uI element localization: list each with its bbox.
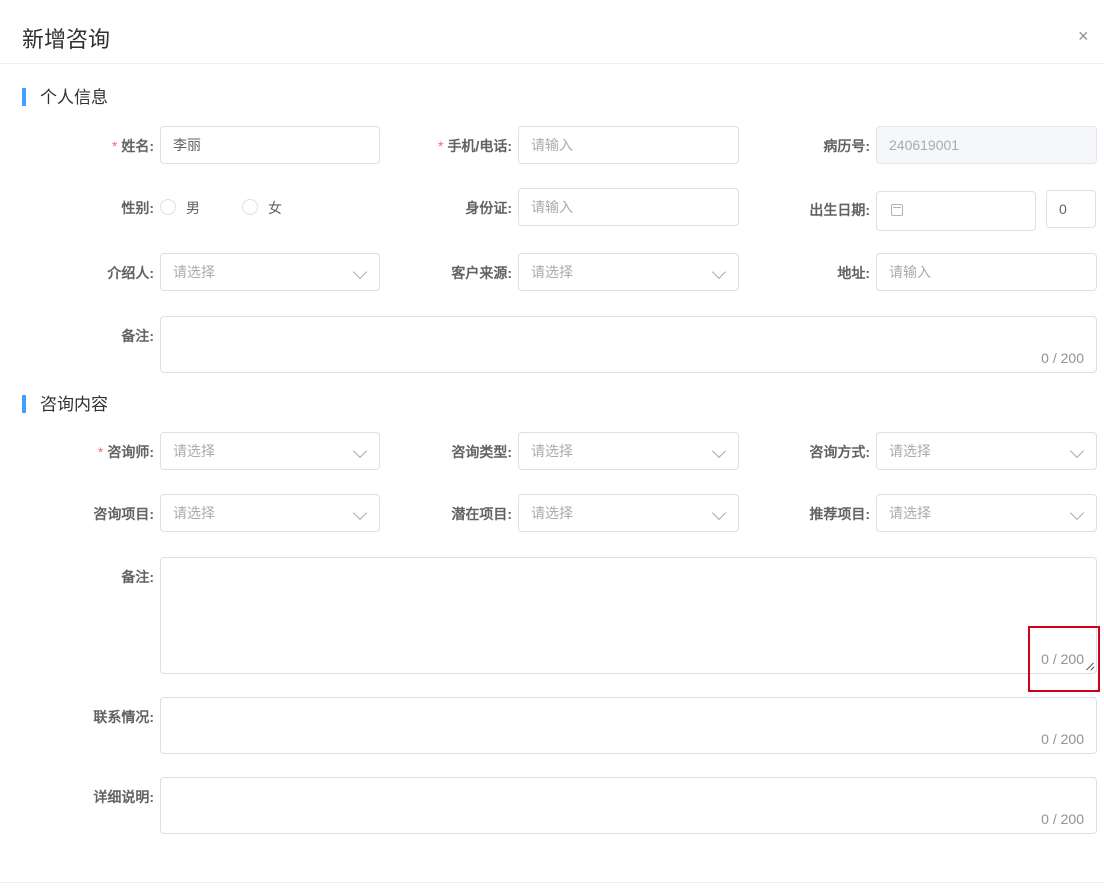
address-label: 地址: [837, 265, 870, 281]
detail-textarea[interactable]: 0 / 200 [160, 777, 1097, 834]
birth-date-picker[interactable] [876, 191, 1036, 231]
consult-type-select[interactable]: 请选择 [518, 432, 739, 470]
chevron-down-icon [1069, 505, 1085, 521]
consult-type-label: 咨询类型: [451, 444, 512, 460]
phone-input[interactable]: 请输入 [518, 126, 739, 164]
contact-textarea[interactable]: 0 / 200 [160, 697, 1097, 754]
radio-circle [160, 199, 176, 216]
footer-divider [0, 882, 1104, 883]
gender-label: 性别: [121, 200, 154, 216]
recommend-project-label: 推荐项目: [809, 506, 870, 522]
age-input[interactable]: 0 [1046, 190, 1096, 228]
consult-project-label: 咨询项目: [93, 506, 154, 522]
section-consult-content: 咨询内容 [22, 394, 108, 415]
section-personal-info: 个人信息 [22, 87, 108, 108]
consult-remark-textarea[interactable]: 0 / 200 [160, 557, 1097, 674]
detail-label: 详细说明: [93, 789, 154, 805]
section-bar [22, 87, 26, 106]
section-title: 个人信息 [40, 88, 108, 107]
dialog-header: 新增咨询 × [0, 0, 1104, 64]
radio-circle [242, 199, 258, 216]
record-number-input: 240619001 [876, 126, 1097, 164]
contact-label: 联系情况: [93, 709, 154, 725]
personal-remark-label: 备注: [121, 328, 154, 344]
referrer-label: 介绍人: [107, 265, 154, 281]
idcard-label: 身份证: [465, 200, 512, 216]
personal-remark-textarea[interactable]: 0 / 200 [160, 316, 1097, 373]
consult-project-select[interactable]: 请选择 [160, 494, 380, 532]
consult-remark-label: 备注: [121, 569, 154, 585]
recommend-project-select[interactable]: 请选择 [876, 494, 1097, 532]
phone-label: * 手机/电话: [437, 138, 512, 154]
consult-method-label: 咨询方式: [809, 444, 870, 460]
name-input[interactable]: 李丽 [160, 126, 380, 164]
highlight-box [1028, 626, 1100, 692]
chevron-down-icon [1069, 443, 1085, 459]
name-label: * 姓名: [111, 138, 154, 154]
close-icon[interactable]: × [1078, 27, 1096, 45]
section-title: 咨询内容 [40, 395, 108, 414]
source-select[interactable]: 请选择 [518, 253, 739, 291]
referrer-select[interactable]: 请选择 [160, 253, 380, 291]
birth-date-label: 出生日期: [809, 202, 870, 218]
char-count: 0 / 200 [1041, 350, 1084, 366]
potential-project-select[interactable]: 请选择 [518, 494, 739, 532]
dialog-title: 新增咨询 [22, 27, 111, 52]
char-count: 0 / 200 [1041, 731, 1084, 747]
consultant-label: * 咨询师: [97, 444, 154, 460]
potential-project-label: 潜在项目: [451, 506, 512, 522]
consultant-select[interactable]: 请选择 [160, 432, 380, 470]
source-label: 客户来源: [451, 265, 512, 281]
consult-method-select[interactable]: 请选择 [876, 432, 1097, 470]
char-count: 0 / 200 [1041, 811, 1084, 827]
calendar-icon [891, 204, 903, 216]
gender-female-radio[interactable]: 女 [242, 198, 282, 218]
gender-male-radio[interactable]: 男 [160, 198, 200, 218]
record-label: 病历号: [823, 138, 870, 154]
address-input[interactable]: 请输入 [876, 253, 1097, 291]
section-bar [22, 394, 26, 413]
idcard-input[interactable]: 请输入 [518, 188, 739, 226]
